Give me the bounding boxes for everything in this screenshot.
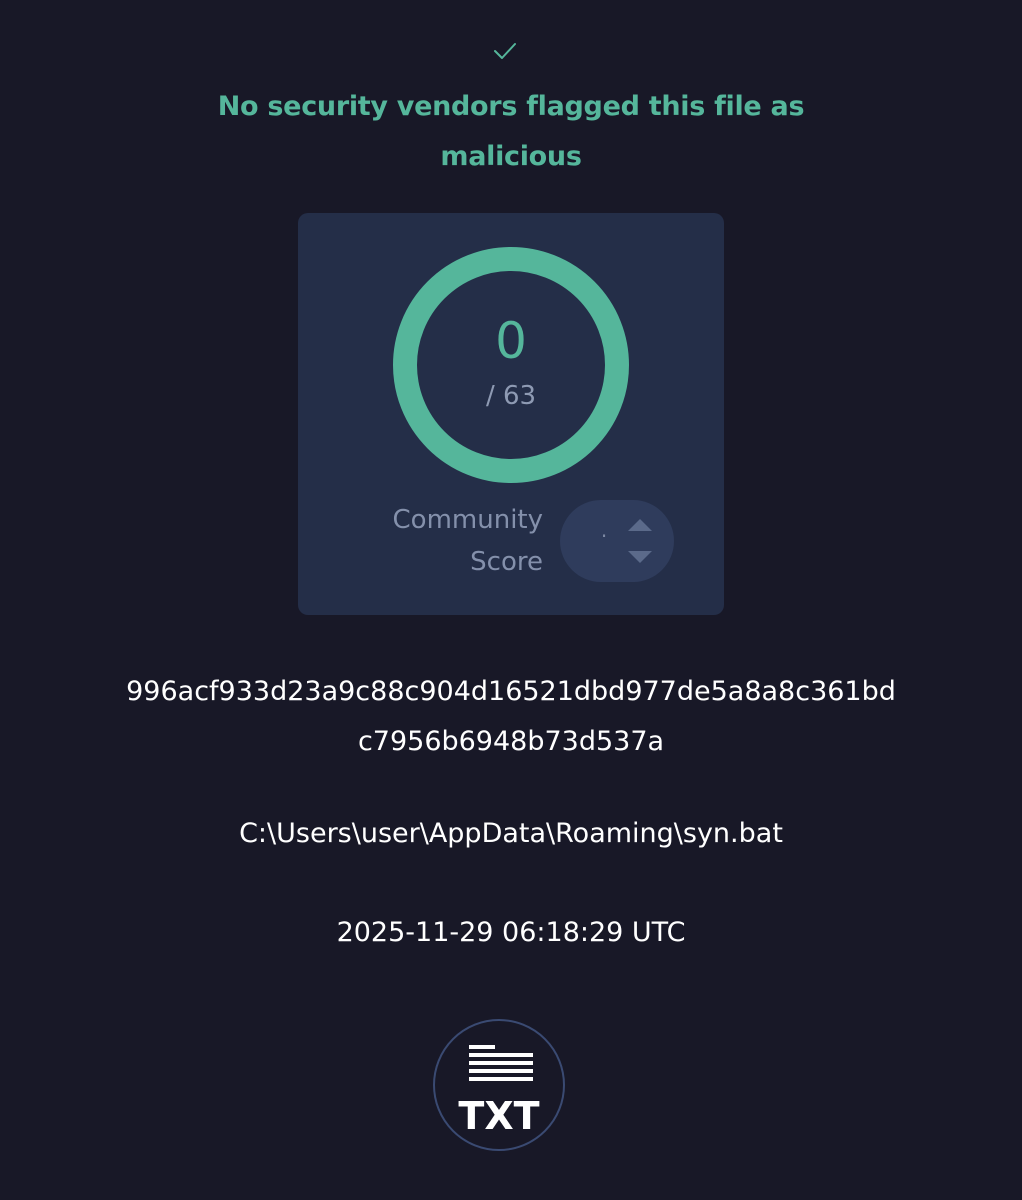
scan-date: 2025-11-29 06:18:29 UTC [336, 917, 686, 948]
upvote-icon[interactable] [626, 518, 654, 532]
export-txt-button[interactable]: TXT [433, 1019, 565, 1151]
verdict-message: No security vendors flagged this file as… [217, 91, 805, 172]
downvote-icon[interactable] [626, 550, 654, 564]
community-score-value: · [600, 524, 608, 548]
community-vote-control: · [560, 500, 674, 582]
total-engines: / 63 [485, 381, 537, 411]
file-path: C:\Users\user\AppData\Roaming\syn.bat [239, 818, 783, 849]
file-hash: 996acf933d23a9c88c904d16521dbd977de5a8a8… [126, 676, 896, 757]
export-txt-label: TXT [458, 1094, 539, 1138]
detection-count: 0 [495, 312, 527, 370]
txt-file-icon: TXT [458, 1045, 540, 1138]
community-score-label: Community Score [392, 505, 543, 577]
check-icon [494, 43, 516, 59]
detection-score-card: 0 / 63 Community Score · [298, 213, 724, 615]
